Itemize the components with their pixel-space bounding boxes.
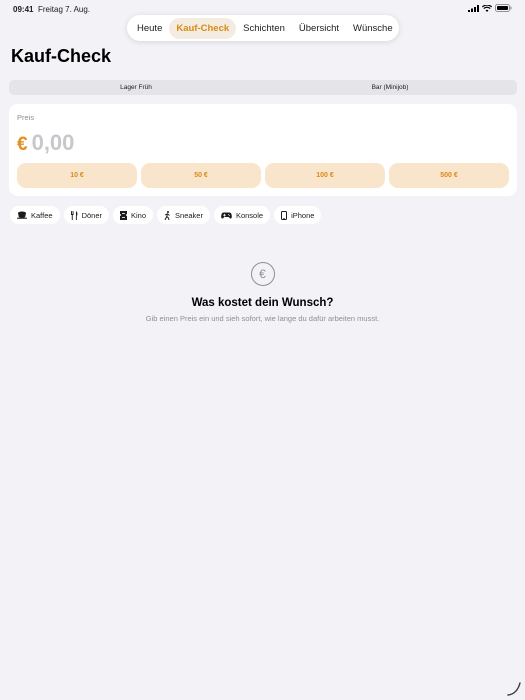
battery-icon xyxy=(495,4,512,12)
page-title: Kauf-Check xyxy=(11,46,112,66)
status-date: Freitag 7. Aug. xyxy=(38,5,91,14)
coffee-cup-icon xyxy=(17,211,27,219)
preset-chip-kaffee[interactable]: Kaffee xyxy=(10,206,60,224)
wifi-icon xyxy=(482,4,492,12)
preset-chip-label: iPhone xyxy=(291,210,315,220)
tab-wuensche[interactable]: Wünsche xyxy=(346,18,400,39)
price-input[interactable]: € 0,00 xyxy=(17,130,74,156)
fork-knife-icon xyxy=(70,210,77,220)
price-label: Preis xyxy=(17,113,35,122)
preset-chip-iphone[interactable]: iPhone xyxy=(274,206,322,224)
tab-schichten[interactable]: Schichten xyxy=(236,18,292,39)
preset-chip-label: Kaffee xyxy=(31,210,53,220)
quick-amount-100-button[interactable]: 100 € xyxy=(265,163,385,188)
quick-amount-row: 10 € 50 € 100 € 500 € xyxy=(17,163,509,188)
preset-chip-label: Konsole xyxy=(235,210,264,220)
price-card: Preis € 0,00 10 € 50 € 100 € 500 € xyxy=(9,104,517,196)
preset-chip-konsole[interactable]: Konsole xyxy=(213,206,271,224)
preset-chip-doener[interactable]: Döner xyxy=(63,206,109,224)
segment-bar-minijob[interactable]: Bar (Minijob) xyxy=(263,80,517,95)
empty-state: € Was kostet dein Wunsch? Gib einen Prei… xyxy=(0,262,525,323)
preset-chip-label: Döner xyxy=(81,210,102,220)
preset-chips: Kaffee Döner Kino Sneaker Konsole iPhone xyxy=(10,206,322,224)
tab-heute[interactable]: Heute xyxy=(130,18,169,39)
tab-uebersicht[interactable]: Übersicht xyxy=(292,18,346,39)
status-icons xyxy=(468,4,512,12)
preset-chip-label: Kino xyxy=(131,210,147,220)
quick-amount-500-button[interactable]: 500 € xyxy=(389,163,509,188)
preset-chip-sneaker[interactable]: Sneaker xyxy=(157,206,210,224)
ticket-icon xyxy=(120,210,127,220)
empty-state-subtitle: Gib einen Preis ein und sieh sofort, wie… xyxy=(145,314,380,323)
currency-symbol: € xyxy=(17,134,28,155)
phone-icon xyxy=(281,210,288,220)
quick-amount-10-button[interactable]: 10 € xyxy=(17,163,137,188)
tab-kauf-check[interactable]: Kauf-Check xyxy=(169,17,237,39)
quick-amount-50-button[interactable]: 50 € xyxy=(141,163,261,188)
price-value[interactable]: 0,00 xyxy=(32,130,75,156)
preset-chip-kino[interactable]: Kino xyxy=(113,206,154,224)
status-time: 09:41 xyxy=(13,5,34,14)
cellular-signal-icon xyxy=(468,4,479,12)
gamecontroller-icon xyxy=(221,212,232,219)
walking-figure-icon xyxy=(164,210,170,220)
preset-chip-label: Sneaker xyxy=(175,210,203,220)
job-segmented-control: Lager Früh Bar (Minijob) xyxy=(9,80,517,95)
euro-circle-icon: € xyxy=(250,262,275,286)
resize-handle-icon[interactable] xyxy=(507,682,521,696)
top-tab-bar: Heute Kauf-Check Schichten Übersicht Wün… xyxy=(127,15,399,41)
empty-state-title: Was kostet dein Wunsch? xyxy=(191,297,334,309)
segment-lager-frueh[interactable]: Lager Früh xyxy=(9,80,263,95)
